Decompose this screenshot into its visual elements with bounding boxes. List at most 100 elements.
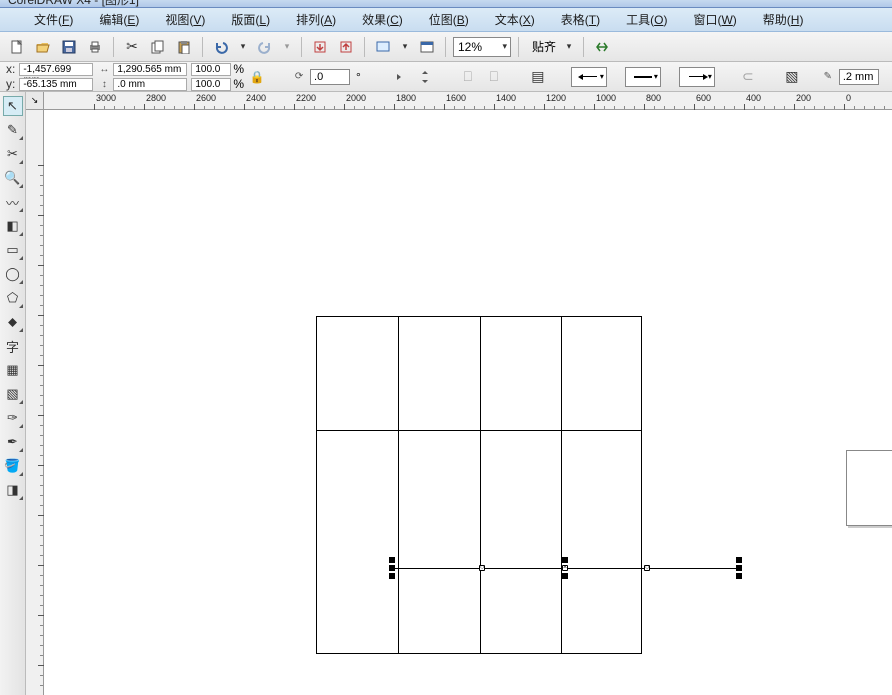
zoom-value: 12% (458, 40, 482, 54)
mirror-h-button[interactable] (387, 66, 409, 88)
separator (583, 37, 584, 57)
selection-handle[interactable] (389, 573, 395, 579)
print-button[interactable] (84, 36, 106, 58)
line-style-dropdown[interactable] (625, 67, 661, 87)
outline-tool[interactable]: ✒ (3, 432, 23, 452)
basicshapes-tool[interactable]: ⬥ (3, 312, 23, 332)
menu-v[interactable]: 视图(V) (161, 9, 209, 30)
menu-o[interactable]: 工具(O) (622, 9, 671, 30)
ruler-tick: 1200 (544, 92, 545, 110)
ellipse-tool[interactable]: ◯ (3, 264, 23, 284)
menu-t[interactable]: 表格(T) (557, 9, 604, 30)
ruler-vertical[interactable]: 1400120010008006004002000200400600 (26, 110, 44, 695)
menu-e[interactable]: 编辑(E) (95, 9, 143, 30)
undo-button[interactable] (210, 36, 232, 58)
export-button[interactable] (335, 36, 357, 58)
page-boundary (846, 450, 892, 526)
percent-label: % (233, 62, 244, 76)
y-position-input[interactable]: -65.135 mm (19, 78, 93, 91)
ruler-tick: 400 (744, 92, 745, 110)
selection-handle[interactable] (389, 557, 395, 563)
width-input[interactable]: 1,290.565 mm (113, 63, 187, 76)
selection-handle[interactable] (736, 573, 742, 579)
menu-l[interactable]: 版面(L) (227, 9, 274, 30)
drawing-canvas[interactable]: ○ × ○ (44, 110, 892, 695)
separator (202, 37, 203, 57)
menu-c[interactable]: 效果(C) (358, 9, 407, 30)
ungroup-button[interactable]: ⎕ (457, 66, 479, 88)
app-launcher-dropdown[interactable]: ▾ (398, 36, 412, 58)
menu-b[interactable]: 位图(B) (425, 9, 473, 30)
text-tool[interactable]: 字 (3, 336, 23, 356)
mirror-v-button[interactable] (413, 66, 435, 88)
outline-width-input[interactable]: .2 mm (839, 69, 879, 85)
app-launcher-button[interactable] (372, 36, 394, 58)
zoom-tool[interactable]: 🔍 (3, 168, 23, 188)
end-arrow-dropdown[interactable] (679, 67, 715, 87)
table-object[interactable] (316, 316, 642, 654)
lock-ratio-button[interactable]: 🔒 (248, 68, 266, 86)
scale-y-input[interactable]: 100.0 (191, 78, 231, 91)
selection-center[interactable]: × (562, 565, 568, 571)
polygon-tool[interactable]: ⬠ (3, 288, 23, 308)
ruler-tick: 2200 (294, 92, 295, 110)
selection-midpoint[interactable]: ○ (479, 565, 485, 571)
ruler-origin[interactable]: ↘ (26, 92, 44, 110)
paste-button[interactable] (173, 36, 195, 58)
smartfill-tool[interactable]: ◧ (3, 216, 23, 236)
menu-x[interactable]: 文本(X) (491, 9, 539, 30)
scale-x-input[interactable]: 100.0 (191, 63, 231, 76)
selection-handle[interactable] (562, 557, 568, 563)
new-button[interactable] (6, 36, 28, 58)
ruler-horizontal[interactable]: 3000280026002400220020001800160014001200… (44, 92, 892, 110)
table-tool[interactable]: ▦ (3, 360, 23, 380)
zoom-combo[interactable]: 12% (453, 37, 511, 57)
welcome-screen-button[interactable] (416, 36, 438, 58)
snap-dropdown[interactable]: ▾ (562, 36, 576, 58)
shape-tool[interactable]: ✎ (3, 120, 23, 140)
auto-close-button[interactable]: ⊂ (737, 66, 759, 88)
selection-midpoint[interactable]: ○ (644, 565, 650, 571)
menu-w[interactable]: 窗口(W) (689, 9, 740, 30)
wrap-text-button[interactable]: ▤ (527, 66, 549, 88)
property-bar: x: -1,457.699 mm y: -65.135 mm ↔ 1,290.5… (0, 62, 892, 92)
redo-history-dropdown[interactable]: ▾ (280, 36, 294, 58)
menu-h[interactable]: 帮助(H) (759, 9, 808, 30)
freehand-tool[interactable]: 〰 (3, 192, 23, 212)
options-button[interactable] (591, 36, 613, 58)
behind-fill-button[interactable]: ▧ (781, 66, 803, 88)
redo-button[interactable] (254, 36, 276, 58)
ruler-tick: 600 (26, 665, 44, 666)
selection-handle[interactable] (389, 565, 395, 571)
fill-tool[interactable]: 🪣 (3, 456, 23, 476)
ungroup-all-button[interactable]: ⎕ (483, 66, 505, 88)
pick-tool[interactable]: ↖ (3, 96, 23, 116)
percent-label: % (233, 77, 244, 91)
save-button[interactable] (58, 36, 80, 58)
ruler-tick: 2800 (144, 92, 145, 110)
open-button[interactable] (32, 36, 54, 58)
selection-handle[interactable] (736, 557, 742, 563)
window-title: CorelDRAW X4 - [图形1] (8, 0, 139, 7)
interactive-tool[interactable]: ▧ (3, 384, 23, 404)
start-arrow-dropdown[interactable] (571, 67, 607, 87)
crop-tool[interactable]: ✂ (3, 144, 23, 164)
x-position-input[interactable]: -1,457.699 mm (19, 63, 93, 76)
menu-a[interactable]: 排列(A) (292, 9, 340, 30)
copy-button[interactable] (147, 36, 169, 58)
selection-handle[interactable] (736, 565, 742, 571)
interactivefill-tool[interactable]: ◨ (3, 480, 23, 500)
undo-history-dropdown[interactable]: ▾ (236, 36, 250, 58)
ruler-tick: 400 (26, 615, 44, 616)
rotation-input[interactable]: .0 (310, 69, 350, 85)
cut-button[interactable]: ✂ (121, 36, 143, 58)
ruler-tick: 1400 (26, 165, 44, 166)
menu-f[interactable]: 文件(F) (30, 9, 77, 30)
selection-handle[interactable] (562, 573, 568, 579)
height-input[interactable]: .0 mm (113, 78, 187, 91)
rectangle-tool[interactable]: ▭ (3, 240, 23, 260)
import-button[interactable] (309, 36, 331, 58)
eyedropper-tool[interactable]: ✑ (3, 408, 23, 428)
canvas-area[interactable]: ↘ 30002800260024002200200018001600140012… (26, 92, 892, 695)
ruler-tick: 400 (26, 415, 44, 416)
